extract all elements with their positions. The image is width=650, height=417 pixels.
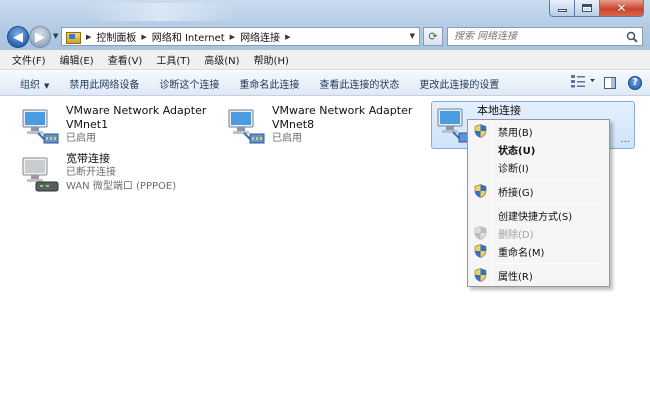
forward-button[interactable]: ▶ bbox=[29, 26, 51, 48]
shield-icon bbox=[474, 244, 487, 258]
navigation-bar: ◀ ▶ ▼ ▶ 控制面板 ▶ 网络和 Internet ▶ 网络连接 ▶ ▼ ⟳ bbox=[0, 24, 650, 50]
shield-icon bbox=[474, 268, 487, 282]
network-adapter-icon bbox=[228, 109, 265, 144]
menu-item-properties[interactable]: 属性(R) bbox=[470, 265, 607, 285]
change-settings-button[interactable]: 更改此连接的设置 bbox=[409, 76, 509, 91]
menu-item-label: 属性(R) bbox=[498, 271, 533, 283]
menu-item-label: 桥接(G) bbox=[498, 187, 534, 199]
context-menu: 禁用(B) 状态(U) 诊断(I) 桥接(G) 创建快捷方式(S) 删除(D) bbox=[467, 119, 610, 287]
connection-text: 本地连接 bbox=[477, 104, 521, 118]
search-icon[interactable] bbox=[626, 31, 638, 43]
back-button[interactable]: ◀ bbox=[7, 26, 29, 48]
menu-edit[interactable]: 编辑(E) bbox=[54, 52, 102, 67]
menu-view[interactable]: 查看(V) bbox=[102, 52, 151, 67]
menu-file[interactable]: 文件(F) bbox=[6, 52, 54, 67]
connection-status: 已启用 bbox=[272, 133, 302, 144]
minimize-icon bbox=[557, 9, 567, 12]
diagnose-button[interactable]: 诊断这个连接 bbox=[149, 76, 229, 91]
menu-advanced[interactable]: 高级(N) bbox=[198, 52, 247, 67]
connection-text: 宽带连接 已断开连接 WAN 微型端口 (PPPOE) bbox=[66, 152, 176, 194]
connection-text: VMware Network Adapter VMnet8 已启用 bbox=[272, 104, 412, 146]
connection-text: VMware Network Adapter VMnet1 已启用 bbox=[66, 104, 206, 146]
menu-item-diagnose[interactable]: 诊断(I) bbox=[470, 157, 607, 177]
connection-status: 已启用 bbox=[66, 133, 96, 144]
connection-vmnet1[interactable]: VMware Network Adapter VMnet1 已启用 bbox=[20, 104, 220, 154]
connection-device: VMnet8 bbox=[272, 118, 315, 131]
breadcrumb-separator-icon[interactable]: ▶ bbox=[86, 33, 91, 41]
menu-item-bridge[interactable]: 桥接(G) bbox=[470, 181, 607, 201]
organize-button[interactable]: 组织 ▼ bbox=[10, 76, 59, 91]
maximize-button[interactable] bbox=[575, 0, 600, 17]
view-controls: ? bbox=[562, 74, 642, 91]
menu-item-label: 禁用(B) bbox=[498, 127, 533, 139]
chevron-down-icon: ▼ bbox=[44, 81, 50, 90]
menu-separator bbox=[496, 203, 604, 204]
minimize-button[interactable] bbox=[549, 0, 575, 17]
refresh-icon: ⟳ bbox=[428, 30, 438, 43]
recent-pages-dropdown[interactable]: ▼ bbox=[53, 32, 58, 40]
search-box bbox=[447, 27, 643, 46]
menu-separator bbox=[496, 263, 604, 264]
control-panel-icon bbox=[65, 30, 81, 44]
address-bar[interactable]: ▶ 控制面板 ▶ 网络和 Internet ▶ 网络连接 ▶ ▼ bbox=[61, 27, 420, 46]
view-status-button[interactable]: 查看此连接的状态 bbox=[309, 76, 409, 91]
connection-device: VMnet1 bbox=[66, 118, 109, 131]
menu-item-label: 创建快捷方式(S) bbox=[498, 211, 573, 223]
menu-item-status[interactable]: 状态(U) bbox=[470, 139, 607, 159]
search-input[interactable] bbox=[454, 31, 624, 42]
truncated-text: ... bbox=[620, 134, 630, 145]
help-button[interactable]: ? bbox=[628, 75, 642, 90]
title-bar: ✕ bbox=[0, 0, 650, 24]
menu-item-create-shortcut[interactable]: 创建快捷方式(S) bbox=[470, 205, 607, 225]
connection-vmnet8[interactable]: VMware Network Adapter VMnet8 已启用 bbox=[226, 104, 426, 154]
shield-icon bbox=[474, 124, 487, 138]
menu-tools[interactable]: 工具(T) bbox=[150, 52, 198, 67]
connection-name: VMware Network Adapter bbox=[66, 104, 207, 117]
menu-item-label: 重命名(M) bbox=[498, 247, 545, 259]
breadcrumb-network-internet[interactable]: 网络和 Internet bbox=[152, 29, 225, 44]
breadcrumb-separator-icon[interactable]: ▶ bbox=[141, 33, 146, 41]
menu-item-label: 删除(D) bbox=[498, 229, 534, 241]
refresh-button[interactable]: ⟳ bbox=[423, 27, 443, 46]
menu-separator bbox=[496, 179, 604, 180]
connection-name: 本地连接 bbox=[477, 104, 521, 117]
disable-device-button[interactable]: 禁用此网络设备 bbox=[59, 76, 149, 91]
command-bar: 组织 ▼ 禁用此网络设备 诊断这个连接 重命名此连接 查看此连接的状态 更改此连接… bbox=[0, 71, 650, 96]
modem-icon bbox=[22, 157, 59, 192]
network-adapter-icon bbox=[22, 109, 59, 144]
shield-icon bbox=[474, 184, 487, 198]
connection-broadband[interactable]: 宽带连接 已断开连接 WAN 微型端口 (PPPOE) bbox=[20, 152, 240, 202]
rename-button[interactable]: 重命名此连接 bbox=[229, 76, 309, 91]
shield-icon bbox=[474, 226, 487, 240]
breadcrumb-separator-icon[interactable]: ▶ bbox=[230, 33, 235, 41]
maximize-icon bbox=[582, 4, 592, 12]
menu-item-rename[interactable]: 重命名(M) bbox=[470, 241, 607, 261]
connection-status: 已断开连接 bbox=[66, 167, 116, 178]
title-decoration bbox=[86, 3, 236, 21]
breadcrumb-network-connections[interactable]: 网络连接 bbox=[240, 29, 280, 44]
menu-bar: 文件(F) 编辑(E) 查看(V) 工具(T) 高级(N) 帮助(H) bbox=[0, 50, 650, 70]
preview-pane-button[interactable] bbox=[604, 76, 616, 89]
change-view-button[interactable] bbox=[570, 74, 596, 91]
menu-item-label: 诊断(I) bbox=[498, 163, 529, 175]
close-button[interactable]: ✕ bbox=[600, 0, 644, 17]
menu-help[interactable]: 帮助(H) bbox=[248, 52, 297, 67]
menu-item-delete: 删除(D) bbox=[470, 223, 607, 243]
menu-item-disable[interactable]: 禁用(B) bbox=[470, 121, 607, 141]
menu-item-label: 状态(U) bbox=[498, 145, 536, 157]
window-controls: ✕ bbox=[549, 0, 644, 17]
organize-label: 组织 bbox=[20, 79, 40, 91]
breadcrumb-control-panel[interactable]: 控制面板 bbox=[96, 29, 136, 44]
arrow-left-icon: ◀ bbox=[13, 29, 23, 45]
connection-name: VMware Network Adapter bbox=[272, 104, 413, 117]
view-options-icon bbox=[571, 75, 595, 88]
close-icon: ✕ bbox=[616, 1, 627, 15]
address-history-dropdown[interactable]: ▼ bbox=[410, 32, 415, 40]
arrow-right-icon: ▶ bbox=[35, 29, 45, 45]
connection-device: WAN 微型端口 (PPPOE) bbox=[66, 181, 177, 192]
breadcrumb-separator-icon[interactable]: ▶ bbox=[285, 33, 290, 41]
connection-name: 宽带连接 bbox=[66, 152, 110, 165]
